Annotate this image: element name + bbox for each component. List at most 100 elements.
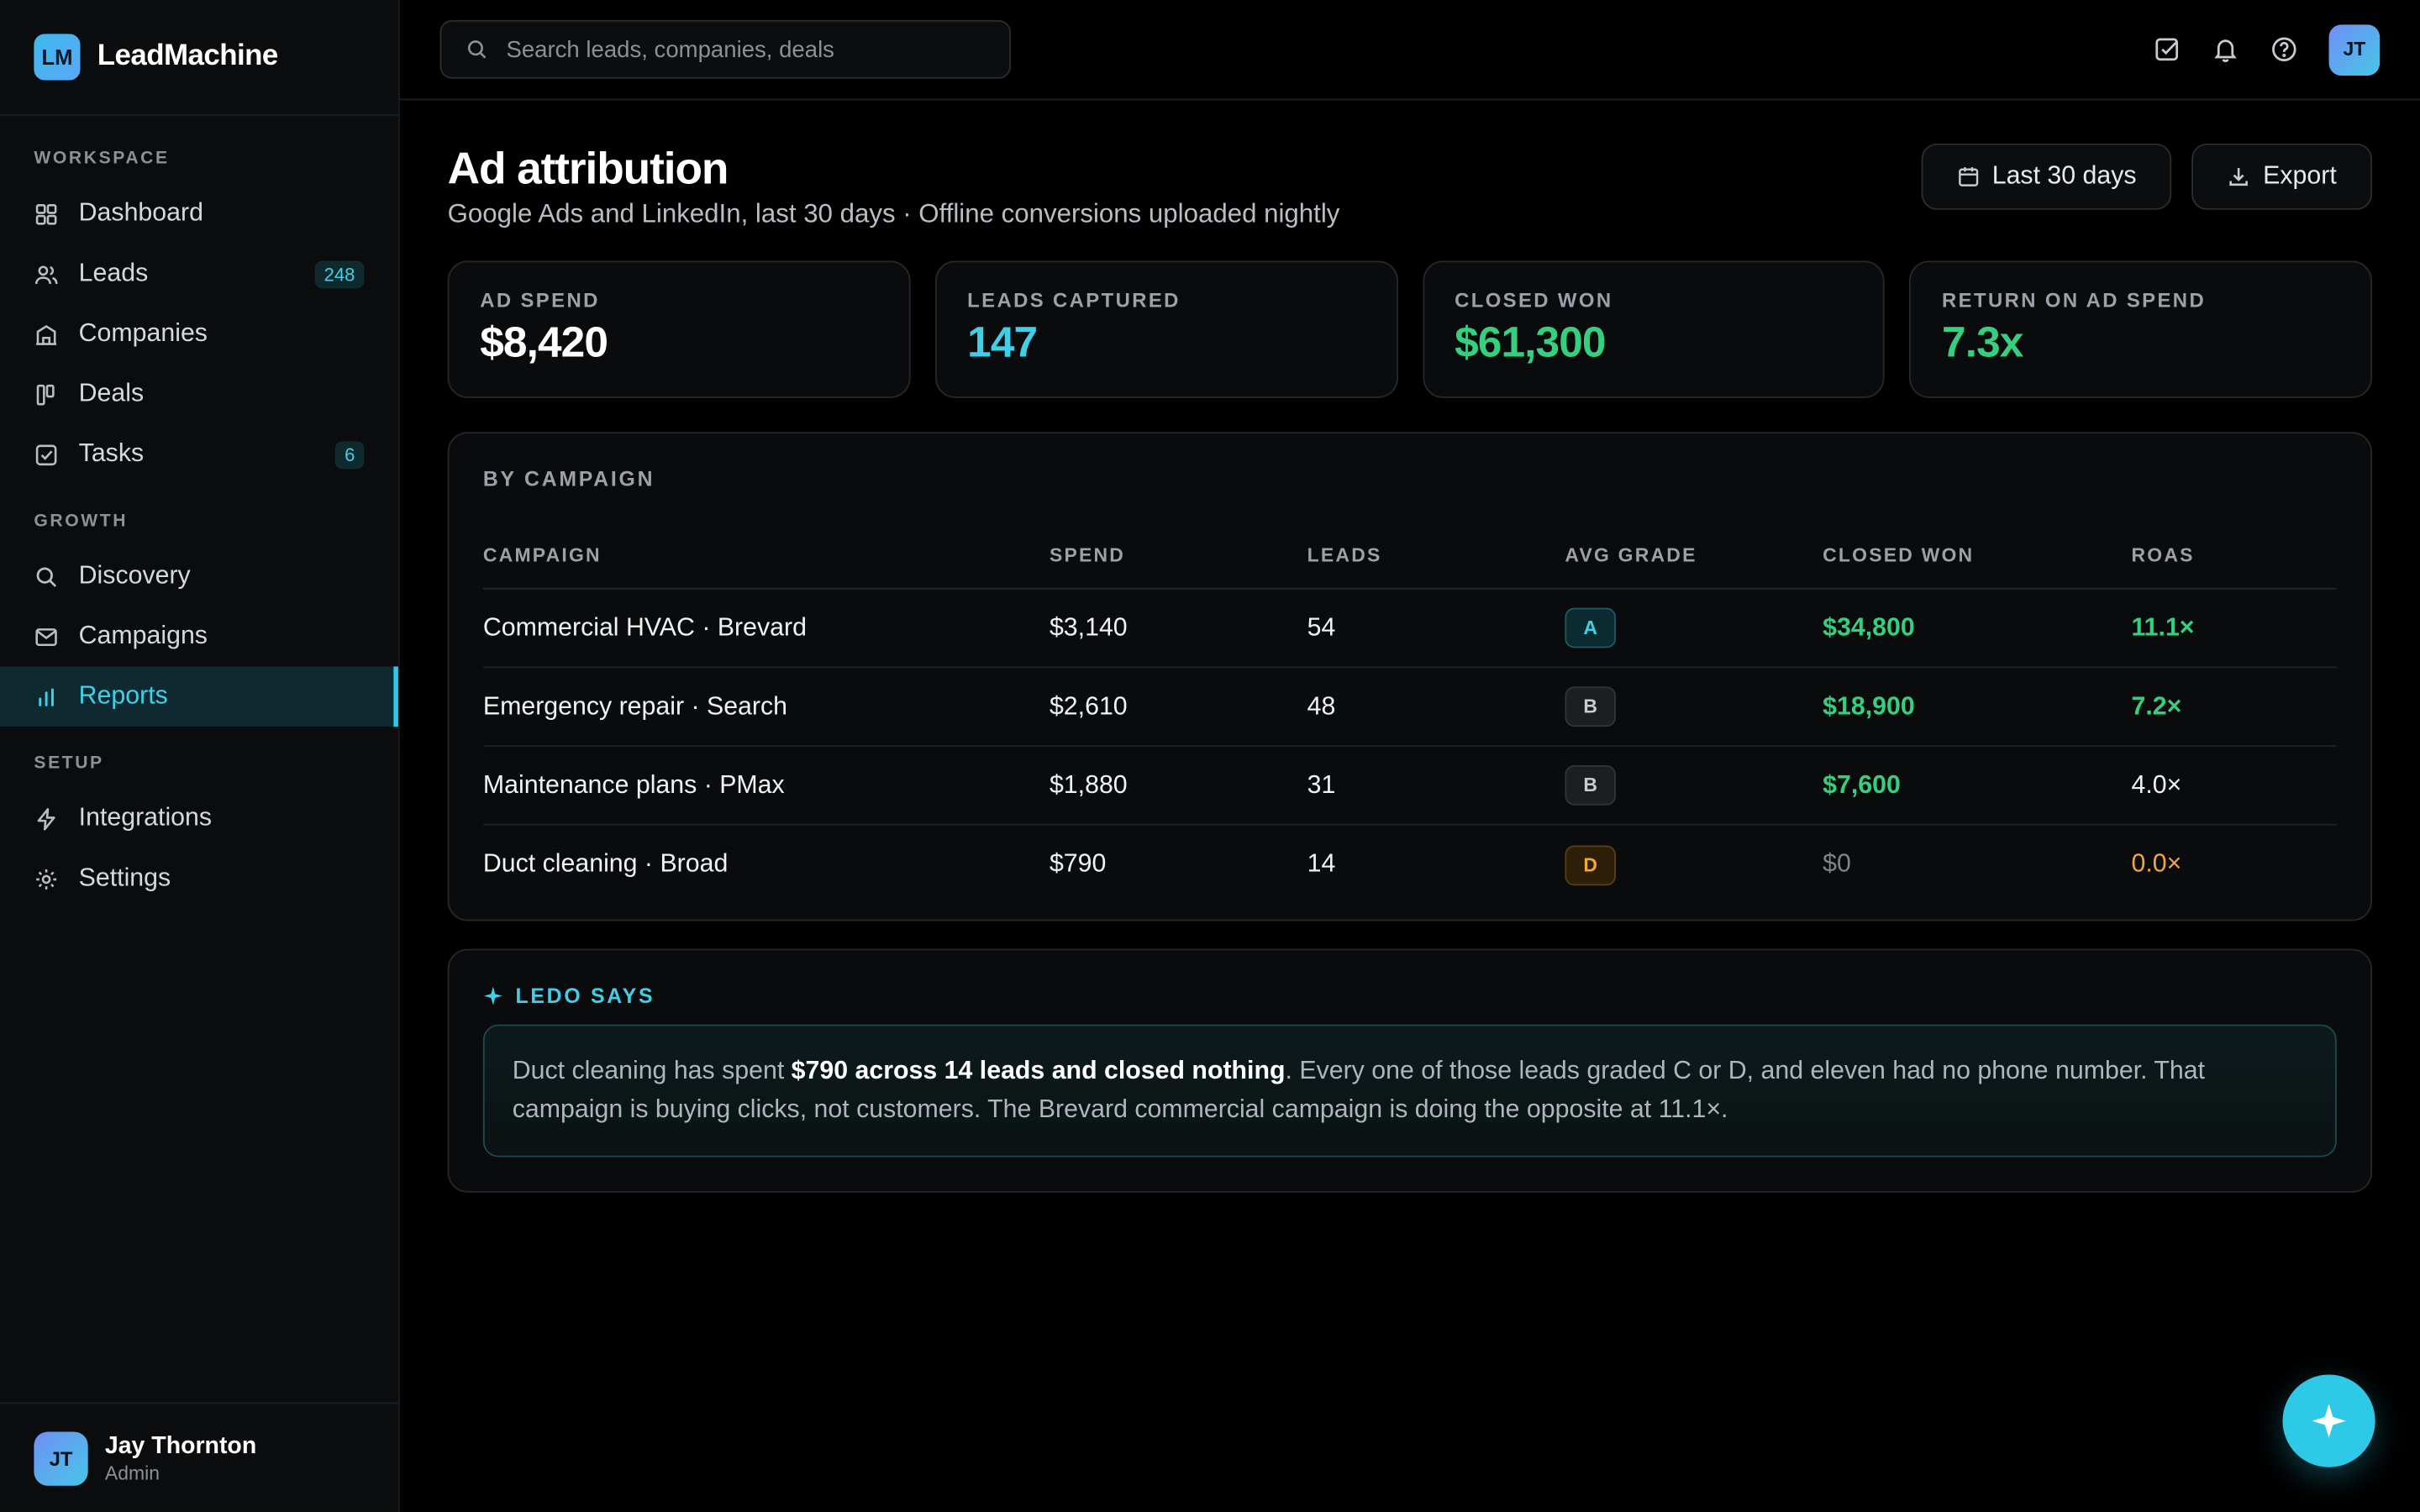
- search-icon: [34, 564, 58, 588]
- sidebar-item-label: Discovery: [78, 561, 191, 590]
- grade-badge: B: [1565, 765, 1617, 806]
- content: Ad attribution Google Ads and LinkedIn, …: [400, 100, 2420, 1193]
- search-input[interactable]: Search leads, companies, deals: [439, 19, 1012, 79]
- sidebar-item-label: Companies: [78, 319, 208, 348]
- app-root: LM LeadMachine WORKSPACE Dashboard Leads…: [0, 0, 2420, 1512]
- sidebar: LM LeadMachine WORKSPACE Dashboard Leads…: [0, 0, 400, 1512]
- cell-leads: 31: [1307, 770, 1336, 799]
- col-header-grade[interactable]: AVG GRADE: [1565, 543, 1823, 565]
- ledo-panel: LEDO SAYS Duct cleaning has spent $790 a…: [447, 948, 2373, 1193]
- gear-icon: [34, 866, 58, 890]
- nav-section-workspace: WORKSPACE: [34, 150, 170, 169]
- bell-icon[interactable]: [2212, 35, 2239, 63]
- ledo-message: Duct cleaning has spent $790 across 14 l…: [482, 1024, 2337, 1158]
- brand[interactable]: LM LeadMachine: [0, 0, 398, 116]
- kpi-row: AD SPEND $8,420 LEADS CAPTURED 147 CLOSE…: [447, 260, 2373, 398]
- sidebar-item-tasks[interactable]: Tasks 6: [0, 424, 398, 485]
- cell-spend: $3,140: [1049, 613, 1128, 642]
- campaign-table: CAMPAIGN SPEND LEADS AVG GRADE CLOSED WO…: [482, 528, 2337, 905]
- download-icon: [2229, 167, 2249, 186]
- sidebar-item-campaigns[interactable]: Campaigns: [0, 606, 398, 667]
- table-row[interactable]: Duct cleaning · Broad $790 14 D $0 0.0×: [483, 826, 2337, 905]
- sidebar-item-label: Dashboard: [78, 198, 203, 227]
- sidebar-item-label: Integrations: [78, 803, 213, 832]
- col-header-leads[interactable]: LEADS: [1307, 543, 1565, 565]
- sparkle-icon: [483, 986, 502, 1005]
- kanban-icon: [34, 382, 58, 407]
- cell-closed-won: $34,800: [1823, 613, 1915, 642]
- user-role: Admin: [104, 1462, 160, 1483]
- main: Search leads, companies, deals JT Ad att…: [399, 0, 2420, 1512]
- sidebar-item-reports[interactable]: Reports: [0, 666, 398, 727]
- cell-spend: $1,880: [1049, 770, 1128, 799]
- sparkle-icon: [2312, 1404, 2346, 1438]
- cell-leads: 14: [1307, 850, 1336, 879]
- building-icon: [34, 322, 58, 346]
- help-icon[interactable]: [2270, 35, 2298, 63]
- bar-chart-icon: [34, 685, 58, 709]
- kpi-leads-captured: LEADS CAPTURED 147: [934, 260, 1398, 398]
- kpi-closed-won: CLOSED WON $61,300: [1422, 260, 1886, 398]
- date-range-button[interactable]: Last 30 days: [1921, 143, 2172, 210]
- date-range-label: Last 30 days: [1991, 161, 2137, 190]
- tasks-check-icon[interactable]: [2153, 35, 2181, 63]
- ledo-title-text: LEDO SAYS: [515, 984, 655, 1008]
- col-header-spend[interactable]: SPEND: [1050, 543, 1307, 565]
- table-row[interactable]: Emergency repair · Search $2,610 48 B $1…: [482, 668, 2337, 747]
- cell-campaign: Maintenance plans · PMax: [482, 770, 785, 799]
- sidebar-item-dashboard[interactable]: Dashboard: [0, 184, 398, 244]
- export-label: Export: [2263, 161, 2337, 190]
- cell-closed-won: $18,900: [1823, 691, 1915, 720]
- kpi-roas: RETURN ON AD SPEND 7.3x: [1909, 260, 2373, 398]
- nav-section-growth: GROWTH: [34, 512, 129, 531]
- cell-leads: 48: [1307, 691, 1336, 720]
- cell-leads: 54: [1307, 613, 1336, 642]
- tasks-count-badge: 6: [335, 440, 365, 469]
- user-name: Jay Thornton: [104, 1432, 257, 1459]
- sidebar-item-label: Reports: [78, 681, 168, 710]
- sidebar-item-integrations[interactable]: Integrations: [0, 789, 398, 849]
- avatar: JT: [34, 1431, 88, 1485]
- cell-closed-won: $0: [1823, 850, 1851, 879]
- cell-campaign: Emergency repair · Search: [482, 691, 788, 720]
- export-button[interactable]: Export: [2191, 143, 2373, 210]
- cell-campaign: Duct cleaning · Broad: [482, 850, 729, 879]
- ledo-text-before: Duct cleaning has spent: [512, 1057, 792, 1085]
- col-header-roas[interactable]: ROAS: [2131, 543, 2336, 565]
- brand-logo: LM: [34, 34, 81, 81]
- col-header-closed-won[interactable]: CLOSED WON: [1823, 543, 2131, 565]
- sidebar-item-companies[interactable]: Companies: [0, 304, 398, 365]
- kpi-label: RETURN ON AD SPEND: [1942, 288, 2207, 312]
- kpi-ad-spend: AD SPEND $8,420: [447, 260, 911, 398]
- grade-badge: D: [1565, 844, 1617, 885]
- sidebar-user[interactable]: JT Jay Thornton Admin: [0, 1402, 398, 1512]
- kpi-label: LEADS CAPTURED: [967, 288, 1181, 312]
- table-row[interactable]: Maintenance plans · PMax $1,880 31 B $7,…: [482, 747, 2337, 826]
- top-icons: JT: [2153, 24, 2381, 76]
- col-header-campaign[interactable]: CAMPAIGN: [483, 543, 1050, 565]
- kpi-label: CLOSED WON: [1455, 288, 1613, 312]
- kpi-label: AD SPEND: [480, 288, 600, 312]
- cell-roas: 4.0×: [2131, 770, 2182, 799]
- cell-roas: 7.2×: [2131, 691, 2182, 720]
- sidebar-item-label: Campaigns: [78, 622, 208, 650]
- panel-title: BY CAMPAIGN: [482, 467, 655, 491]
- sidebar-item-discovery[interactable]: Discovery: [0, 546, 398, 606]
- sidebar-item-leads[interactable]: Leads 248: [0, 244, 398, 304]
- cell-spend: $790: [1049, 850, 1107, 879]
- ledo-text-bold: $790 across 14 leads and closed nothing: [791, 1057, 1286, 1085]
- campaign-panel: BY CAMPAIGN CAMPAIGN SPEND LEADS AVG GRA…: [447, 432, 2373, 921]
- kpi-value: $8,420: [480, 318, 608, 366]
- ledo-title: LEDO SAYS: [483, 984, 2337, 1008]
- cell-roas: 0.0×: [2131, 850, 2182, 879]
- top-avatar[interactable]: JT: [2328, 24, 2381, 76]
- sidebar-item-label: Leads: [78, 259, 149, 287]
- table-row[interactable]: Commercial HVAC · Brevard $3,140 54 A $3…: [482, 590, 2337, 669]
- calendar-icon: [1958, 167, 1978, 186]
- sidebar-item-settings[interactable]: Settings: [0, 848, 398, 909]
- kpi-value: $61,300: [1455, 318, 1606, 366]
- assistant-fab-button[interactable]: [2282, 1374, 2375, 1467]
- cell-spend: $2,610: [1049, 691, 1128, 720]
- sidebar-item-deals[interactable]: Deals: [0, 364, 398, 424]
- leads-count-badge: 248: [314, 260, 365, 288]
